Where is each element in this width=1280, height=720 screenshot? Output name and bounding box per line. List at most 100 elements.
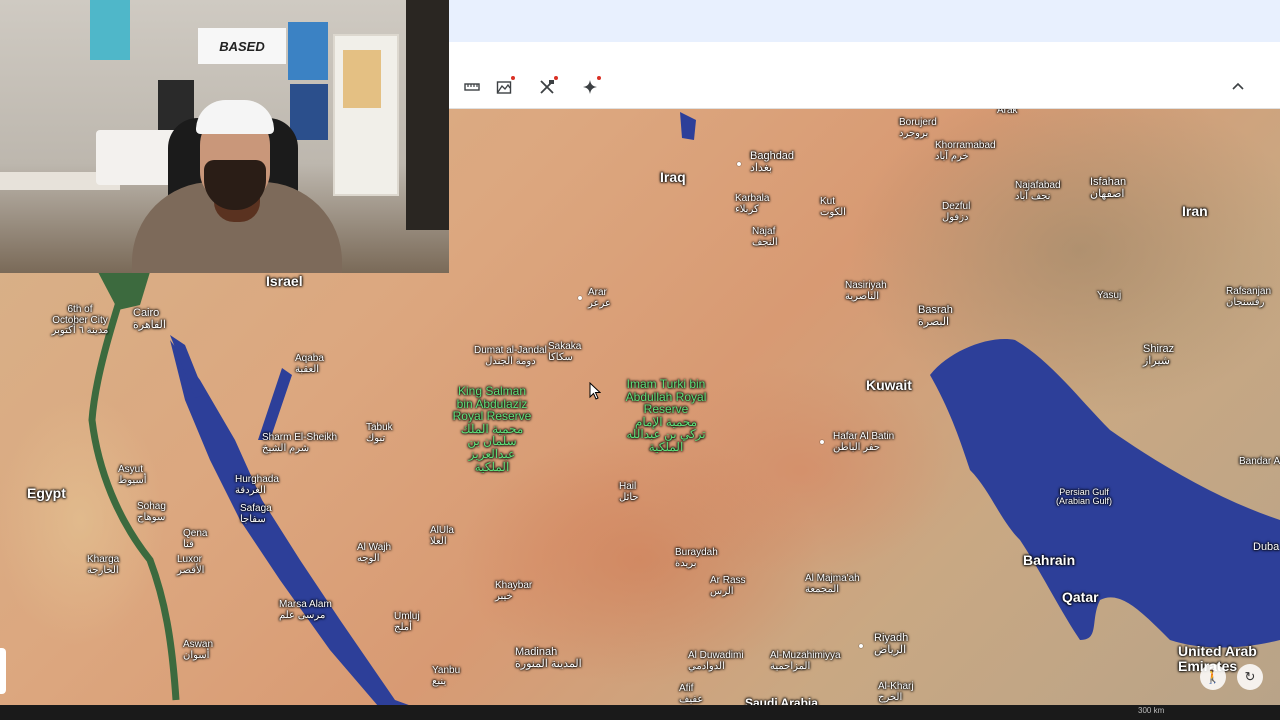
dot-hafar: [820, 440, 824, 444]
label-cairo: Cairo القاهرة: [133, 307, 166, 331]
label-sohag: Sohag سوهاج: [137, 501, 166, 523]
browser-top-bar: [449, 0, 1280, 42]
label-bandar-abbas: Bandar Ab: [1239, 456, 1280, 467]
label-khorramabad: Khorramabad خرم آباد: [935, 140, 996, 162]
label-sakaka: Sakaka سكاكا: [548, 341, 582, 363]
label-iraq: Iraq: [660, 169, 686, 185]
label-bahrain: Bahrain: [1023, 552, 1076, 568]
label-umluj: Umluj أملج: [394, 611, 420, 633]
label-kut: Kut الكوت: [820, 196, 846, 218]
status-bar: 300 km: [0, 705, 1280, 720]
label-qena: Qena قنا: [183, 528, 208, 550]
webcam-sign: BASED: [198, 28, 286, 64]
label-borujerd: Borujerd بروجرد: [899, 117, 937, 139]
label-shiraz: Shiraz شیراز: [1143, 343, 1175, 367]
label-aqaba: Aqaba العقبة: [295, 353, 324, 375]
webcam-poster: [288, 22, 328, 80]
label-persian-gulf: Persian Gulf (Arabian Gulf): [1055, 487, 1113, 507]
label-qatar: Qatar: [1062, 589, 1099, 605]
webcam-poster: [343, 50, 381, 108]
label-egypt: Egypt: [27, 485, 66, 501]
label-al-wajh: Al Wajh الوجه: [357, 542, 392, 564]
label-king-salman-reserve: King Salman bin Abdulaziz Royal Reserve م…: [452, 384, 532, 474]
webcam-poster: [90, 0, 130, 60]
label-rafsanjan: Rafsanjan رفسنجان: [1226, 286, 1272, 308]
red-sea: [170, 340, 450, 720]
chevron-up-icon: [1232, 82, 1244, 90]
label-israel: Israel: [266, 273, 303, 289]
reservoir: [680, 112, 696, 140]
tools-icon: [540, 80, 554, 94]
label-imam-turki-reserve: Imam Turki bin Abdullah Royal Reserve محم…: [625, 377, 707, 454]
label-khaybar: Khaybar خيبر: [495, 580, 533, 602]
label-6th-october: 6th of October City مدينة ٦ أكتوبر: [51, 304, 109, 336]
label-aswan: Aswan أسوان: [183, 639, 214, 661]
label-madinah: Madinah المدينة المنورة: [515, 646, 582, 670]
label-al-muzahimiyya: Al-Muzahimiyya المزاحمية: [770, 650, 841, 672]
label-karbala: Karbala كربلاء: [735, 193, 770, 215]
label-buraydah: Buraydah بريدة: [675, 547, 718, 569]
label-najaf: Najaf النجف: [752, 226, 778, 248]
label-marsa-alam: Marsa Alam مرسى علم: [279, 599, 332, 621]
elevation-button[interactable]: [491, 75, 517, 99]
label-uae: United Arab Emirates: [1178, 643, 1257, 674]
label-alula: AlUla العلا: [430, 525, 454, 547]
label-yasuj: Yasuj: [1097, 290, 1122, 301]
elevation-icon: [496, 81, 512, 94]
label-afif: Afif عفيف: [679, 683, 704, 705]
label-asyut: Asyut أسيوط: [118, 464, 147, 486]
dot-baghdad: [737, 162, 741, 166]
label-basrah: Basrah البصرة: [918, 304, 953, 328]
new-badge: [554, 76, 558, 80]
cursor-icon: [589, 382, 601, 400]
left-panel-toggle[interactable]: [0, 648, 6, 694]
label-al-kharj: Al-Kharj الخرج: [878, 681, 914, 703]
ruler-icon: [464, 83, 480, 91]
label-dezful: Dezful دزفول: [942, 201, 971, 223]
label-hail: Hail حائل: [619, 481, 639, 503]
webcam-wall: [406, 0, 449, 230]
label-dubai: Duba: [1253, 541, 1280, 553]
label-kuwait: Kuwait: [866, 377, 912, 393]
label-iran: Iran: [1182, 203, 1208, 219]
new-badge: [511, 76, 515, 80]
map-toolbar: [449, 66, 1280, 109]
label-isfahan: Isfahan اصفهان: [1090, 176, 1127, 200]
label-hurghada: Hurghada الغردقة: [235, 474, 279, 496]
label-riyadh: Riyadh الرياض: [874, 632, 909, 656]
pegman-button[interactable]: 🚶: [1200, 664, 1226, 690]
webcam-cap: [196, 100, 274, 134]
label-ar-rass: Ar Rass الرس: [710, 575, 746, 597]
sparkle-icon: [583, 80, 597, 94]
compass-reset-icon: ↻: [1244, 669, 1256, 684]
label-baghdad: Baghdad بغداد: [750, 150, 795, 174]
dot-arar: [578, 296, 582, 300]
tools-button[interactable]: [534, 75, 560, 99]
scale-label: 300 km: [1138, 706, 1165, 715]
label-nasiriyah: Nasiriyah الناصرية: [845, 280, 887, 302]
label-safaga: Safaga سفاجا: [240, 503, 272, 525]
collapse-button[interactable]: [1225, 75, 1251, 99]
gulf-of-aqaba: [258, 368, 292, 440]
label-arar: Arar عرعر: [588, 287, 611, 309]
webcam-poster: [290, 84, 328, 140]
label-dumat: Dumat al-Jandal دومة الجندل: [474, 345, 547, 367]
label-tabuk: Tabuk تبوك: [366, 422, 393, 444]
label-hafar: Hafar Al Batin حفر الباطن: [833, 431, 895, 453]
webcam-overlay: BASED: [0, 0, 449, 273]
dot-riyadh: [859, 644, 863, 648]
label-sharm: Sharm El-Sheikh شرم الشيخ: [262, 432, 338, 454]
label-luxor: Luxor الأقصر: [177, 554, 205, 576]
label-yanbu: Yanbu ينبع: [432, 665, 461, 687]
header-spacer: [449, 42, 1280, 66]
compass-reset-button[interactable]: ↻: [1237, 664, 1263, 690]
label-kharga: Kharga الخارجة: [87, 554, 120, 576]
new-badge: [597, 76, 601, 80]
label-al-majmaah: Al Majma'ah المجمعة: [805, 573, 860, 595]
pegman-icon: 🚶: [1204, 669, 1222, 684]
label-al-duwadimi: Al Duwadimi الدوادمي: [688, 650, 744, 672]
label-najafabad: Najafabad نجف آباد: [1015, 180, 1061, 202]
ai-button[interactable]: [577, 75, 603, 99]
measure-button[interactable]: [459, 75, 485, 99]
nile-river: [88, 278, 180, 701]
